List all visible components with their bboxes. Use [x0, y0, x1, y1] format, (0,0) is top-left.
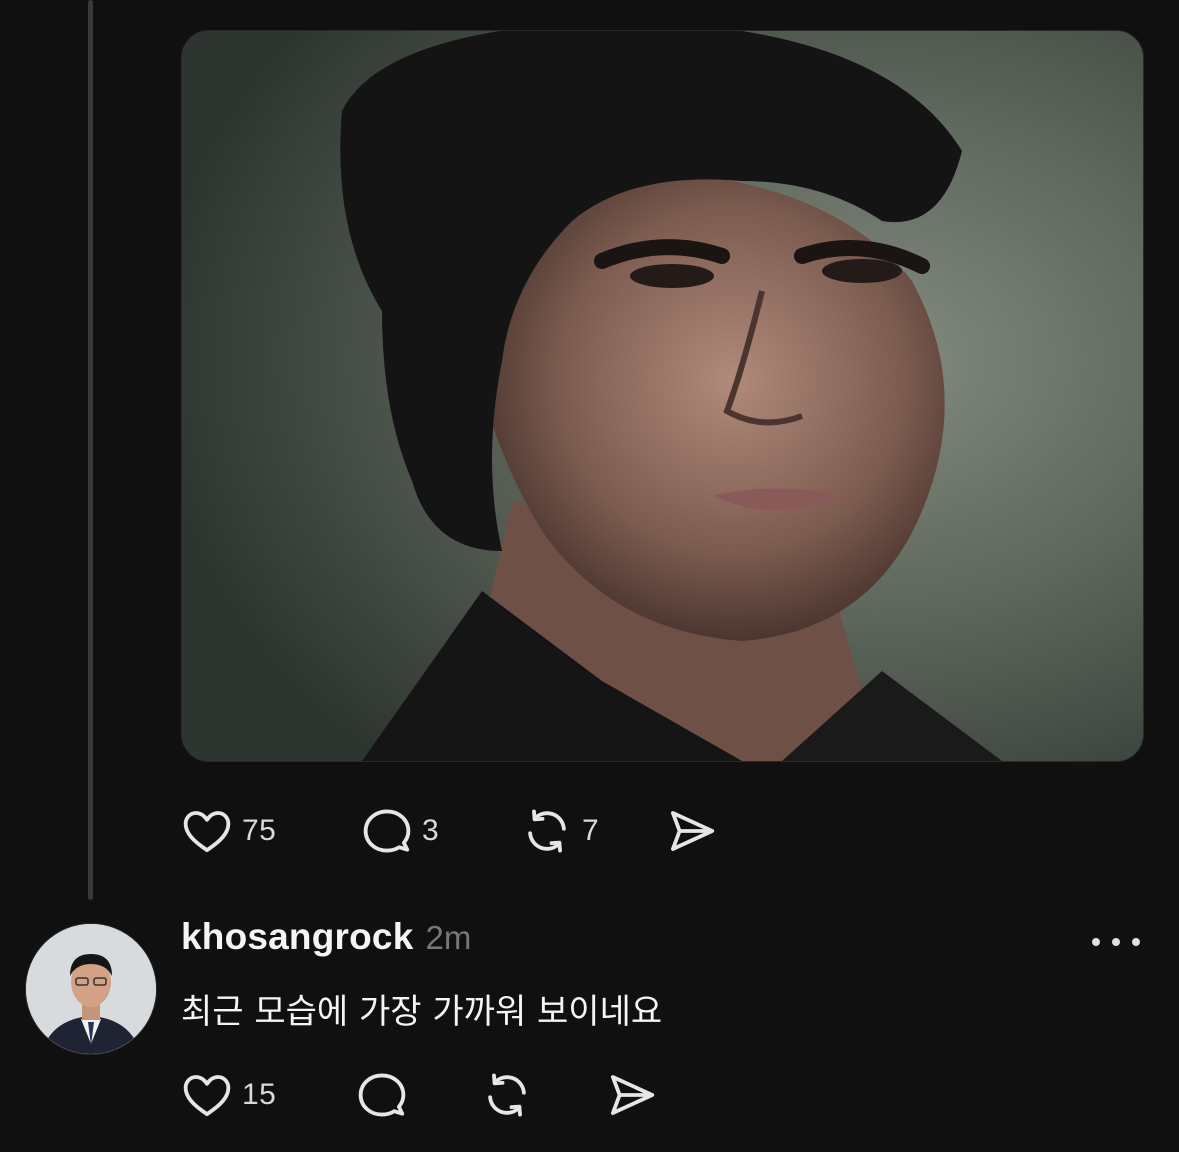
send-icon — [665, 804, 719, 858]
repost-icon — [480, 1068, 534, 1122]
post-share-button[interactable] — [665, 804, 719, 858]
repost-count: 7 — [582, 814, 600, 847]
reply-text: 최근 모습에 가장 가까워 보이네요 — [181, 992, 663, 1032]
avatar[interactable] — [25, 923, 157, 1055]
reply-header: khosangrock 2m — [181, 916, 471, 958]
post-action-bar: 75 3 7 — [180, 804, 719, 858]
reply-repost-button[interactable] — [480, 1068, 605, 1122]
send-icon — [605, 1068, 659, 1122]
reply-action-bar: 15 — [180, 1068, 659, 1122]
post-repost-button[interactable]: 7 — [520, 804, 665, 858]
more-options-icon[interactable] — [1092, 932, 1140, 952]
comment-icon — [355, 1068, 409, 1122]
reply-share-button[interactable] — [605, 1068, 659, 1122]
post-reply-button[interactable]: 3 — [360, 804, 520, 858]
thread-view: 75 3 7 khosangrock 2m 최근 모습에 가장 가까워 보이네요… — [0, 0, 1179, 1152]
heart-icon — [180, 1068, 234, 1122]
like-count: 75 — [242, 814, 277, 847]
username[interactable]: khosangrock — [181, 916, 414, 958]
heart-icon — [180, 804, 234, 858]
reply-count: 3 — [422, 814, 440, 847]
post-like-button[interactable]: 75 — [180, 804, 360, 858]
reply-like-button[interactable]: 15 — [180, 1068, 355, 1122]
like-count: 15 — [242, 1078, 277, 1111]
thread-connector-line — [88, 0, 93, 900]
repost-icon — [520, 804, 574, 858]
post-image[interactable] — [181, 30, 1144, 762]
reply-reply-button[interactable] — [355, 1068, 480, 1122]
comment-icon — [360, 804, 414, 858]
timestamp: 2m — [425, 919, 472, 956]
